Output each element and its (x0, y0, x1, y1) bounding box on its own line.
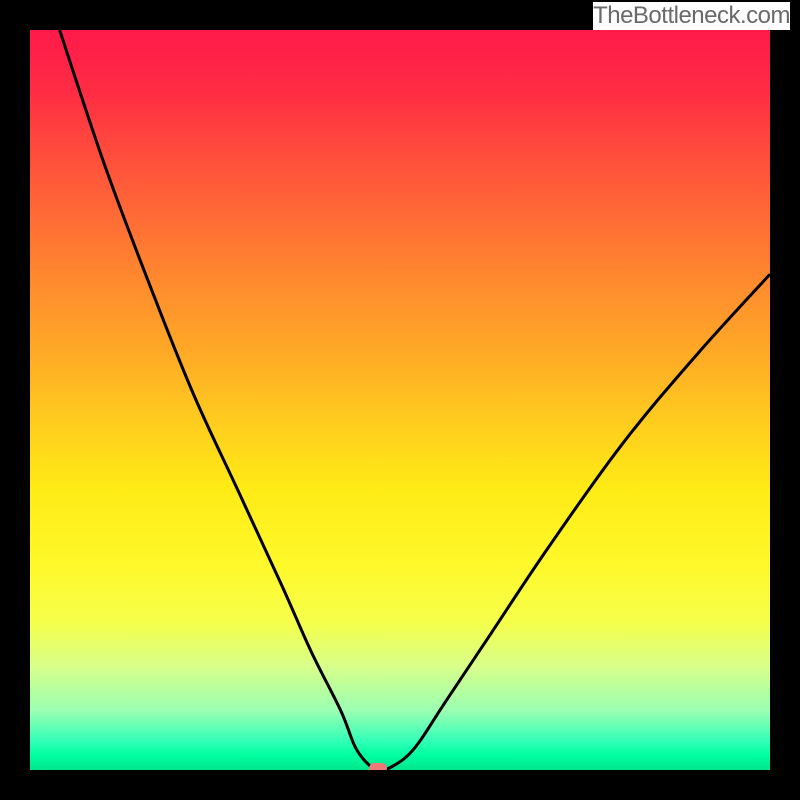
minimum-marker-icon (369, 763, 387, 770)
attribution-label: TheBottleneck.com (593, 2, 790, 30)
bottleneck-curve (30, 30, 770, 770)
chart-frame: TheBottleneck.com (0, 0, 800, 800)
chart-plot-area (30, 30, 770, 770)
